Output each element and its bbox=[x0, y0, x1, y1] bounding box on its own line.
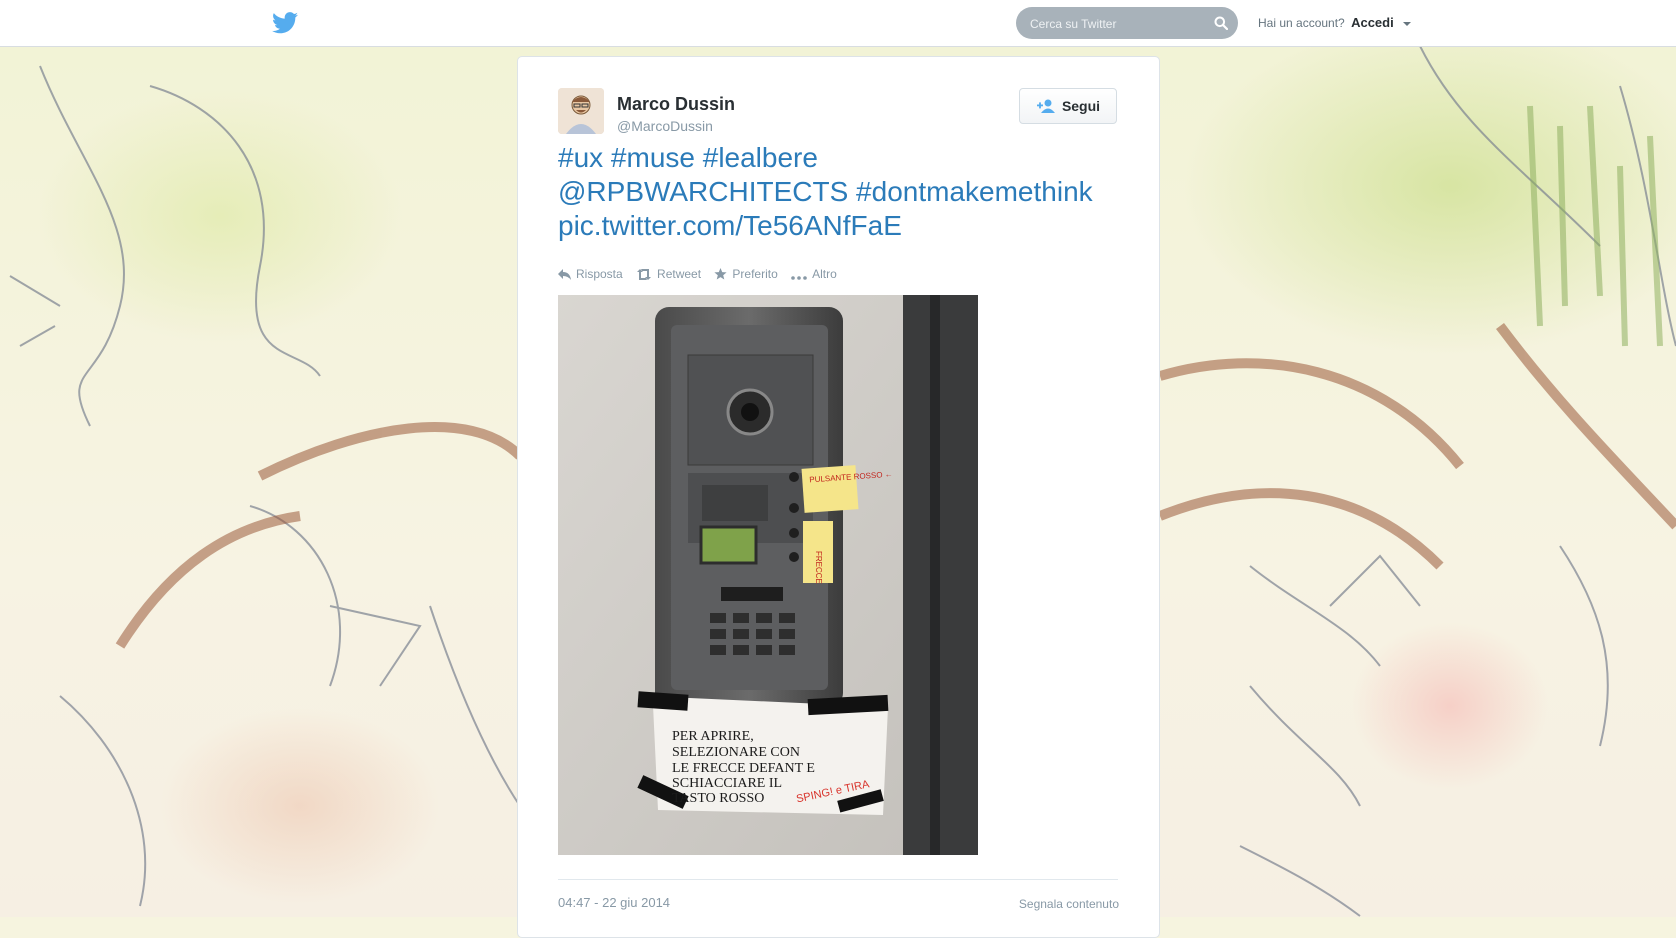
avatar[interactable] bbox=[558, 88, 604, 134]
divider bbox=[558, 879, 1118, 880]
twitter-bird-icon[interactable] bbox=[272, 12, 298, 34]
sign-line-5: TASTO ROSSO bbox=[672, 791, 764, 806]
tweet-card: Marco Dussin @MarcoDussin Segui #ux #mus… bbox=[517, 56, 1160, 938]
reply-label: Risposta bbox=[576, 267, 623, 281]
sign-line-3: LE FRECCE DEFANT E bbox=[672, 761, 815, 776]
retweet-action[interactable]: Retweet bbox=[636, 267, 701, 281]
top-bar: Hai un account? Accedi bbox=[0, 0, 1676, 47]
tweet-timestamp[interactable]: 04:47 - 22 giu 2014 bbox=[558, 895, 670, 910]
caret-down-icon[interactable] bbox=[1403, 21, 1412, 26]
add-user-icon bbox=[1036, 99, 1055, 113]
favorite-label: Preferito bbox=[732, 267, 778, 281]
more-action[interactable]: Altro bbox=[791, 267, 837, 281]
tweet-text-line2[interactable]: @RPBWARCHITECTS #dontmakemethink bbox=[558, 176, 1093, 207]
favorite-action[interactable]: Preferito bbox=[714, 267, 778, 281]
tweet-text: #ux #muse #lealbere @RPBWARCHITECTS #don… bbox=[558, 141, 1118, 243]
note-frecce: FRECCE bbox=[814, 551, 823, 584]
login-link[interactable]: Accedi bbox=[1351, 15, 1394, 30]
tweet-photo[interactable]: PULSANTE ROSSO ← FRECCE PER APRIRE, SELE… bbox=[558, 295, 978, 855]
ellipsis-icon bbox=[791, 276, 807, 280]
account-prompt: Hai un account? bbox=[1258, 16, 1345, 30]
tweet-text-line1[interactable]: #ux #muse #lealbere bbox=[558, 142, 818, 173]
more-label: Altro bbox=[812, 267, 837, 281]
report-link[interactable]: Segnala contenuto bbox=[1019, 897, 1119, 911]
follow-label: Segui bbox=[1061, 98, 1101, 114]
account-menu[interactable]: Hai un account? Accedi bbox=[1258, 15, 1412, 30]
reply-icon bbox=[558, 269, 571, 280]
search-box bbox=[1016, 7, 1238, 41]
sign-line-1: PER APRIRE, bbox=[672, 729, 754, 744]
sign-line-2: SELEZIONARE CON bbox=[672, 745, 800, 760]
retweet-label: Retweet bbox=[657, 267, 702, 281]
search-icon[interactable] bbox=[1214, 16, 1228, 30]
sign-line-4: SCHIACCIARE IL bbox=[672, 776, 782, 791]
intercom-photo: PULSANTE ROSSO ← FRECCE PER APRIRE, SELE… bbox=[558, 295, 978, 855]
tweet-actions: Risposta Retweet Preferito Altro bbox=[558, 267, 847, 281]
tweet-media-link[interactable]: pic.twitter.com/Te56ANfFaE bbox=[558, 210, 902, 241]
retweet-icon bbox=[637, 269, 652, 280]
author-handle[interactable]: @MarcoDussin bbox=[617, 118, 713, 134]
search-input[interactable] bbox=[1028, 7, 1212, 41]
author-name[interactable]: Marco Dussin bbox=[617, 94, 735, 115]
reply-action[interactable]: Risposta bbox=[558, 267, 623, 281]
star-icon bbox=[714, 268, 728, 280]
follow-button[interactable]: Segui bbox=[1019, 88, 1117, 124]
